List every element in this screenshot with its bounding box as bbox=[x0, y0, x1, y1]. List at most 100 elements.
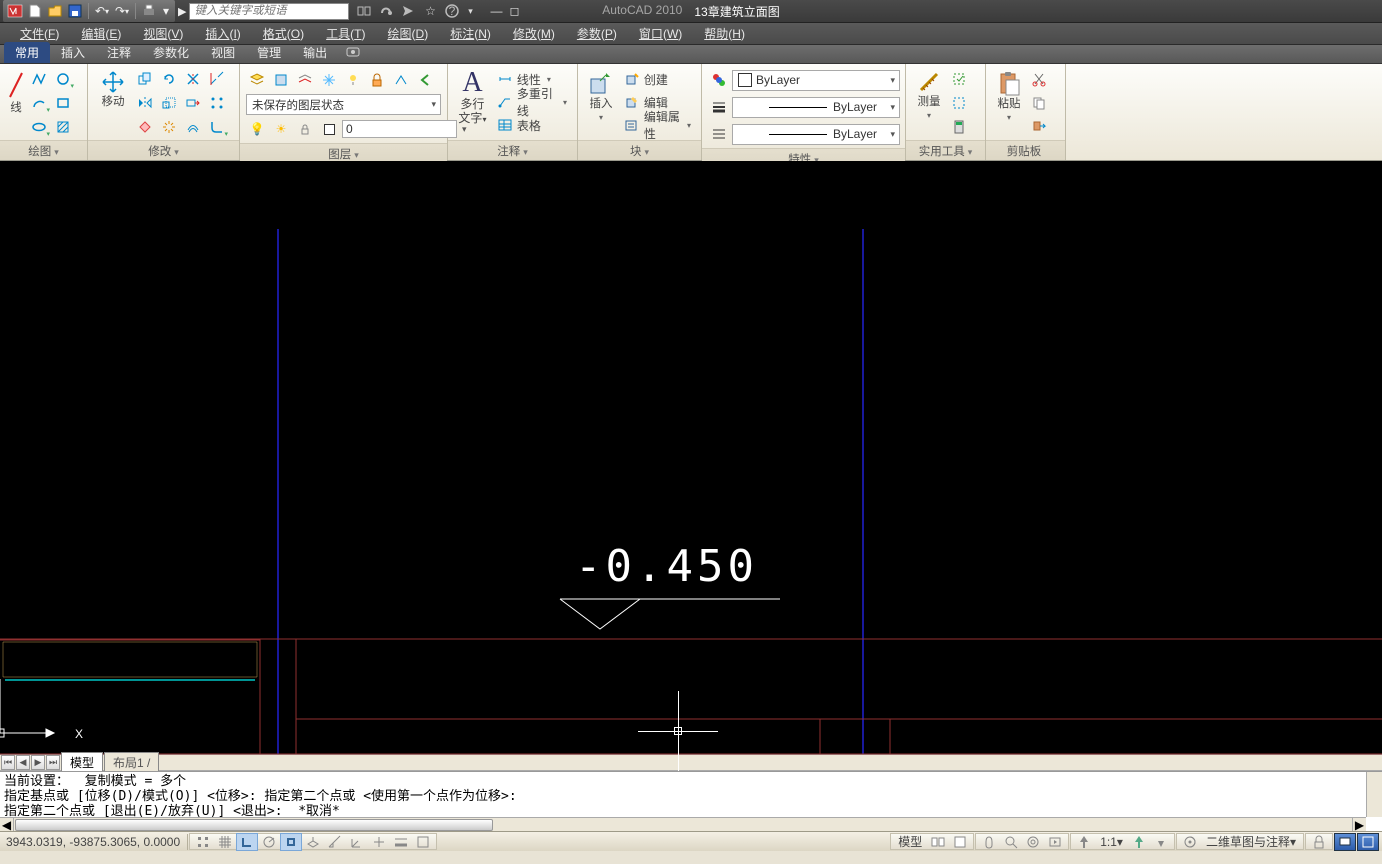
layer-freeze-icon[interactable] bbox=[318, 69, 340, 91]
menu-view[interactable]: 视图(V) bbox=[135, 23, 191, 44]
layer-bulb-icon[interactable]: 💡 bbox=[246, 118, 268, 140]
match-prop-icon[interactable] bbox=[708, 69, 730, 91]
menu-insert[interactable]: 插入(I) bbox=[197, 23, 248, 44]
measure-button[interactable]: 测量▾ bbox=[912, 68, 946, 122]
hatch-icon[interactable] bbox=[52, 116, 74, 138]
qat-dropdown[interactable]: ▾ bbox=[160, 2, 172, 20]
command-window[interactable]: 当前设置： 复制模式 = 多个 指定基点或 [位移(D)/模式(O)] <位移>… bbox=[0, 771, 1382, 831]
lineweight-icon[interactable] bbox=[708, 96, 730, 118]
layout-tab-model[interactable]: 模型 bbox=[61, 752, 103, 773]
mtext-button[interactable]: A 多行文字▾ bbox=[454, 68, 491, 128]
tab-manage[interactable]: 管理 bbox=[246, 42, 292, 63]
command-scrollbar-h[interactable]: ◀▶ bbox=[0, 817, 1366, 831]
undo-icon[interactable]: ↶▾ bbox=[93, 2, 111, 20]
lock-ui-icon[interactable] bbox=[1308, 833, 1330, 851]
layout-tab-layout1[interactable]: 布局1 / bbox=[104, 752, 159, 773]
drawing-canvas[interactable]: X -0.450 bbox=[0, 161, 1382, 754]
table-button[interactable]: 表格 bbox=[493, 114, 571, 136]
ellipse-icon[interactable]: ▾ bbox=[28, 116, 50, 138]
cut-icon[interactable] bbox=[1028, 68, 1050, 90]
layer-state-combo[interactable]: 未保存的图层状态 bbox=[246, 94, 441, 115]
annoscale-sync-icon[interactable] bbox=[1128, 833, 1150, 851]
panel-clipboard-label[interactable]: 剪贴板 bbox=[986, 140, 1065, 160]
layout-next-button[interactable]: ▶ bbox=[31, 755, 45, 770]
showmotion-icon[interactable] bbox=[1044, 833, 1066, 851]
workspace-icon[interactable] bbox=[1179, 833, 1201, 851]
tab-annotate[interactable]: 注释 bbox=[96, 42, 142, 63]
otrack-toggle[interactable] bbox=[324, 833, 346, 851]
array-icon[interactable] bbox=[206, 92, 228, 114]
ducs-toggle[interactable] bbox=[346, 833, 368, 851]
save-icon[interactable] bbox=[66, 2, 84, 20]
qp-toggle[interactable] bbox=[412, 833, 434, 851]
copy-clip-icon[interactable] bbox=[1028, 92, 1050, 114]
panel-modify-label[interactable]: 修改 bbox=[88, 140, 239, 160]
edit-attr-button[interactable]: 编辑属性 bbox=[620, 114, 695, 136]
hardware-accel-icon[interactable] bbox=[1334, 833, 1356, 851]
layer-state-icon[interactable] bbox=[270, 69, 292, 91]
tab-view[interactable]: 视图 bbox=[200, 42, 246, 63]
linetype-list-icon[interactable] bbox=[708, 123, 730, 145]
explode-icon[interactable] bbox=[158, 116, 180, 138]
minimize-button[interactable]: — bbox=[487, 2, 505, 20]
search-input[interactable] bbox=[189, 3, 349, 20]
tab-express[interactable] bbox=[338, 44, 368, 63]
mirror-icon[interactable] bbox=[134, 92, 156, 114]
insert-button[interactable]: 插入▾ bbox=[584, 68, 618, 124]
command-scrollbar-v[interactable] bbox=[1366, 772, 1382, 817]
menu-format[interactable]: 格式(O) bbox=[255, 23, 312, 44]
layer-off-icon[interactable] bbox=[342, 69, 364, 91]
layout-prev-button[interactable]: ◀ bbox=[16, 755, 30, 770]
infocenter-search-icon[interactable] bbox=[355, 2, 373, 20]
menu-modify[interactable]: 修改(M) bbox=[505, 23, 563, 44]
layer-prop-icon[interactable] bbox=[246, 69, 268, 91]
fillet-icon[interactable]: ▾ bbox=[206, 116, 228, 138]
panel-layer-label[interactable]: 图层 bbox=[240, 143, 447, 163]
mleader-button[interactable]: 多重引线 bbox=[493, 91, 571, 113]
layer-prev-icon[interactable] bbox=[414, 69, 436, 91]
layer-padlock-icon[interactable] bbox=[294, 118, 316, 140]
extend-icon[interactable] bbox=[206, 68, 228, 90]
ortho-toggle[interactable] bbox=[236, 833, 258, 851]
workspace-readout[interactable]: 二维草图与注释▾ bbox=[1201, 833, 1301, 850]
paste-button[interactable]: 粘贴▾ bbox=[992, 68, 1026, 124]
dyn-toggle[interactable] bbox=[368, 833, 390, 851]
trim-icon[interactable] bbox=[182, 68, 204, 90]
new-icon[interactable] bbox=[26, 2, 44, 20]
line-button[interactable]: 线 bbox=[6, 68, 26, 117]
steering-wheel-icon[interactable] bbox=[1022, 833, 1044, 851]
snap-toggle[interactable] bbox=[192, 833, 214, 851]
comm-center-icon[interactable] bbox=[399, 2, 417, 20]
circle-icon[interactable]: ▾ bbox=[52, 68, 74, 90]
redo-icon[interactable]: ↷▾ bbox=[113, 2, 131, 20]
tab-insert[interactable]: 插入 bbox=[50, 42, 96, 63]
menu-edit[interactable]: 编辑(E) bbox=[73, 23, 129, 44]
move-button[interactable]: 移动 bbox=[94, 68, 132, 111]
print-icon[interactable] bbox=[140, 2, 158, 20]
menu-dimension[interactable]: 标注(N) bbox=[442, 23, 499, 44]
pan-icon[interactable] bbox=[978, 833, 1000, 851]
layer-match-icon[interactable] bbox=[390, 69, 412, 91]
maximize-button[interactable]: ◻ bbox=[505, 2, 523, 20]
menu-file[interactable]: 文件(F) bbox=[12, 23, 67, 44]
create-block-button[interactable]: 创建 bbox=[620, 68, 695, 90]
open-icon[interactable] bbox=[46, 2, 64, 20]
panel-annotation-label[interactable]: 注释 bbox=[448, 140, 577, 160]
zoom-icon[interactable] bbox=[1000, 833, 1022, 851]
layout-last-button[interactable]: ⏭ bbox=[46, 755, 60, 770]
menu-tools[interactable]: 工具(T) bbox=[318, 23, 373, 44]
quickview-layouts-icon[interactable] bbox=[927, 833, 949, 851]
subscription-icon[interactable] bbox=[377, 2, 395, 20]
clean-screen-icon[interactable] bbox=[1357, 833, 1379, 851]
panel-draw-label[interactable]: 绘图 bbox=[0, 140, 87, 160]
annoscale-lock-icon[interactable] bbox=[1150, 833, 1172, 851]
quickview-dwg-icon[interactable] bbox=[949, 833, 971, 851]
copy-icon[interactable] bbox=[134, 68, 156, 90]
rectangle-icon[interactable] bbox=[52, 92, 74, 114]
layer-iso-icon[interactable] bbox=[294, 69, 316, 91]
menu-help[interactable]: 帮助(H) bbox=[696, 23, 753, 44]
app-menu-button[interactable] bbox=[6, 2, 24, 20]
offset-icon[interactable] bbox=[182, 116, 204, 138]
osnap-toggle[interactable] bbox=[280, 833, 302, 851]
osnap3d-toggle[interactable] bbox=[302, 833, 324, 851]
